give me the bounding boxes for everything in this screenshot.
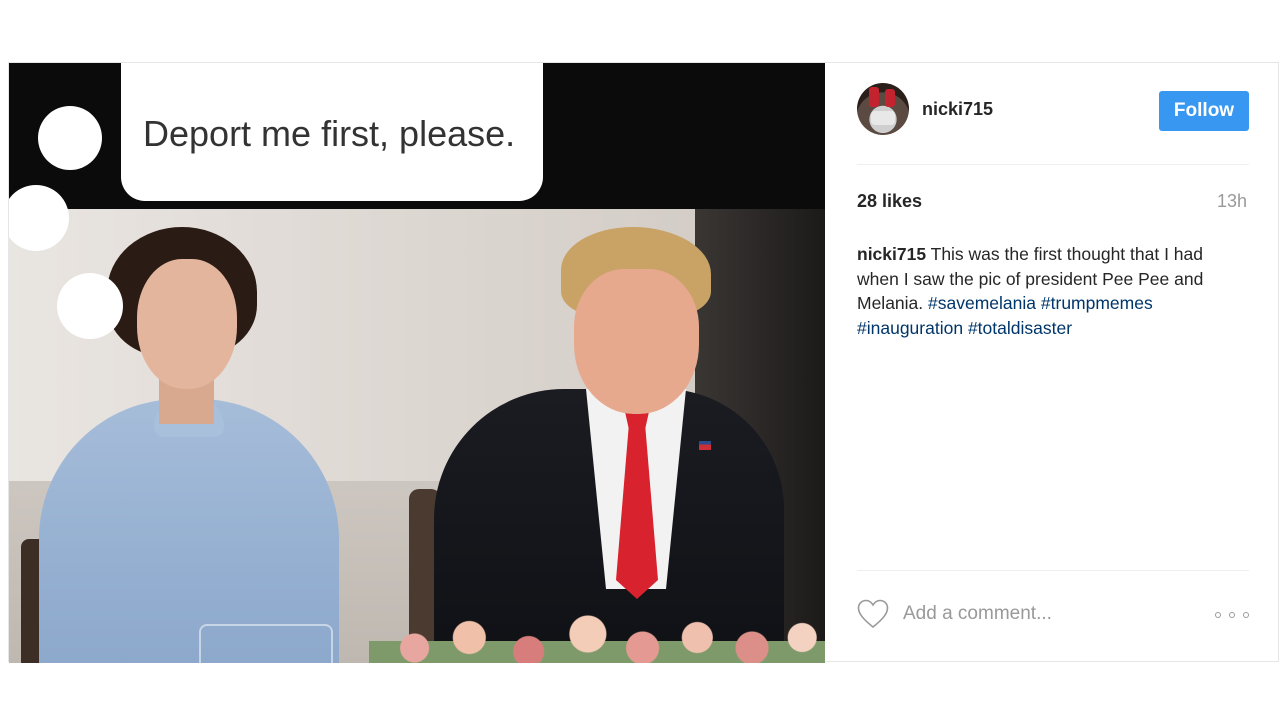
photo [9, 209, 825, 663]
likes-count[interactable]: 28 likes [857, 191, 922, 212]
flower-arrangement [369, 599, 825, 663]
instagram-post: Deport me first, please. nicki715 Follow… [8, 62, 1279, 663]
hashtag-link[interactable]: #totaldisaster [968, 318, 1072, 338]
hashtag-link[interactable]: #savemelania [928, 293, 1036, 313]
thought-dot [57, 273, 123, 339]
post-caption: nicki715 This was the first thought that… [857, 242, 1249, 340]
hashtag-link[interactable]: #inauguration [857, 318, 963, 338]
comment-input[interactable] [903, 597, 1203, 631]
avatar[interactable] [857, 83, 909, 135]
thought-dot [38, 106, 102, 170]
thought-bubble-text: Deport me first, please. [143, 113, 516, 154]
more-options-icon[interactable] [1215, 609, 1249, 621]
comment-bar [857, 570, 1249, 664]
thought-bubble: Deport me first, please. [121, 63, 543, 201]
post-image[interactable]: Deport me first, please. [9, 63, 825, 663]
heart-icon[interactable] [857, 599, 889, 629]
flag-pin [699, 441, 711, 450]
hashtag-link[interactable]: #trumpmemes [1041, 293, 1153, 313]
post-timestamp[interactable]: 13h [1217, 191, 1247, 212]
caption-username[interactable]: nicki715 [857, 244, 926, 264]
heart-icon-svg [857, 599, 889, 629]
follow-button[interactable]: Follow [1159, 91, 1249, 131]
post-header: nicki715 Follow [857, 63, 1249, 165]
username-link[interactable]: nicki715 [922, 99, 993, 120]
post-side-panel: nicki715 Follow 28 likes 13h nicki715 Th… [857, 63, 1249, 663]
